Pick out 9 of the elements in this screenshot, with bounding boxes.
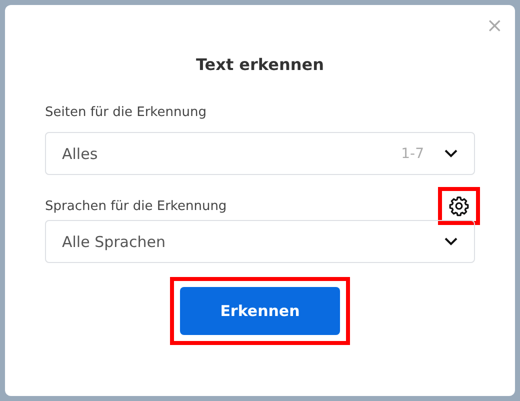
- dialog-title: Text erkennen: [194, 55, 325, 76]
- languages-dropdown[interactable]: Alle Sprachen: [45, 220, 475, 263]
- recognize-button[interactable]: Erkennen: [180, 287, 340, 335]
- field-label: Seiten für die Erkennung: [45, 104, 206, 120]
- field-label: Sprachen für die Erkennung: [45, 198, 227, 214]
- pages-dropdown[interactable]: Alles 1-7: [45, 132, 475, 175]
- settings-icon[interactable]: [448, 195, 470, 217]
- chevron-down-icon: [444, 149, 458, 158]
- chevron-down-icon: [444, 237, 458, 246]
